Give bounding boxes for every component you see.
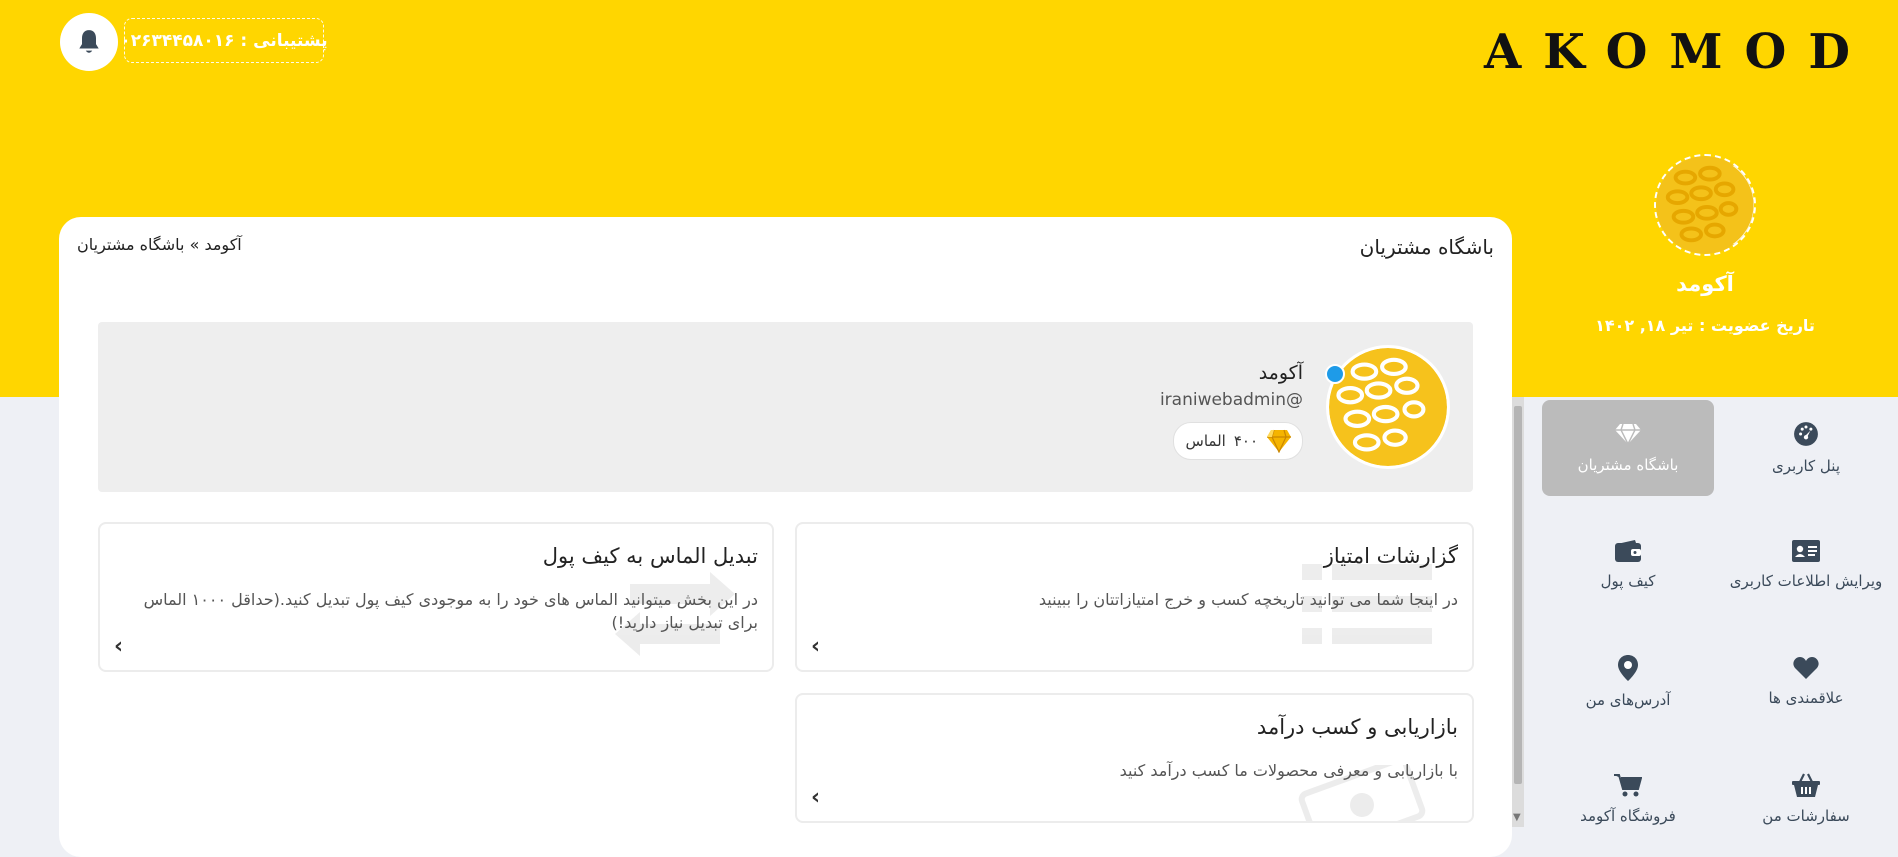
feature-description: در اینجا شما می توانید تاریخچه کسب و خرج… xyxy=(1038,590,1458,609)
sidebar-item-wallet[interactable]: کیف پول xyxy=(1542,517,1714,613)
feature-title: بازاریابی و کسب درآمد xyxy=(1256,715,1458,739)
logo[interactable]: AKOMOD xyxy=(1484,24,1872,80)
diamond-unit: الماس xyxy=(1185,432,1226,450)
sidebar-item-store[interactable]: فروشگاه آکومد xyxy=(1542,751,1714,847)
support-phone[interactable]: پشتیبانی : ۰۲۶۳۴۴۵۸۰۱۶ xyxy=(120,18,328,63)
sidebar-item-label: ویرایش اطلاعات کاربری xyxy=(1729,572,1883,590)
notifications-button[interactable] xyxy=(60,13,118,71)
member-since: تاریخ عضویت : تیر ۱۸, ۱۴۰۲ xyxy=(1595,316,1815,335)
sidebar-item-favorites[interactable]: علاقمندی ها xyxy=(1720,634,1892,730)
sidebar-item-label: سفارشات من xyxy=(1762,807,1850,825)
sidebar-item-orders[interactable]: سفارشات من xyxy=(1720,751,1892,847)
cart-icon xyxy=(1614,774,1642,797)
feature-title: تبدیل الماس به کیف پول xyxy=(542,544,758,568)
page-title: باشگاه مشتریان xyxy=(1359,235,1494,259)
feature-convert-diamonds[interactable]: تبدیل الماس به کیف پول در این بخش میتوان… xyxy=(98,522,774,672)
feature-affiliate[interactable]: بازاریابی و کسب درآمد با بازاریابی و معر… xyxy=(795,693,1474,823)
akomod-logo-icon xyxy=(1656,156,1754,254)
user-avatar[interactable] xyxy=(1329,348,1447,466)
diamond-balance: ۴۰۰ الماس xyxy=(1172,422,1303,460)
diamond-count: ۴۰۰ xyxy=(1233,432,1258,450)
feature-points-reports[interactable]: گزارشات امتیاز در اینجا شما می توانید تا… xyxy=(795,522,1474,672)
sidebar-item-label: علاقمندی ها xyxy=(1768,689,1844,707)
diamond-icon xyxy=(1615,423,1641,446)
sidebar-item-label: باشگاه مشتریان xyxy=(1577,456,1679,474)
gauge-icon xyxy=(1794,422,1818,446)
id-card-icon xyxy=(1792,540,1820,562)
sidebar-item-dashboard[interactable]: پنل کاربری xyxy=(1720,400,1892,496)
sidebar-item-addresses[interactable]: آدرس‌های من xyxy=(1542,634,1714,730)
feature-title: گزارشات امتیاز xyxy=(1323,544,1458,568)
sidebar-item-customer-club[interactable]: باشگاه مشتریان xyxy=(1542,400,1714,496)
sidebar-item-label: فروشگاه آکومد xyxy=(1580,807,1676,825)
user-handle: iraniwebadmin@ xyxy=(1159,390,1303,410)
user-summary-panel: آکومد iraniwebadmin@ ۴۰۰ الماس xyxy=(98,322,1473,492)
feature-description: در این بخش میتوانید الماس های خود را به … xyxy=(143,590,758,632)
sidebar-item-label: پنل کاربری xyxy=(1772,457,1840,475)
akomod-logo-icon xyxy=(1329,348,1447,466)
scroll-down-icon[interactable]: ▼ xyxy=(1513,812,1521,823)
online-status-indicator xyxy=(1325,364,1345,384)
sidebar-item-label: کیف پول xyxy=(1600,572,1656,590)
user-name: آکومد xyxy=(1258,362,1303,384)
chevron-left-icon[interactable]: ‹ xyxy=(114,634,123,659)
chevron-left-icon[interactable]: ‹ xyxy=(811,785,820,810)
chevron-left-icon[interactable]: ‹ xyxy=(811,634,820,659)
bell-icon xyxy=(79,30,99,53)
main-card: باشگاه مشتریان آکومد » باشگاه مشتریان آک… xyxy=(59,217,1512,857)
wallet-icon xyxy=(1615,540,1641,562)
heart-icon xyxy=(1793,657,1819,679)
sidebar-item-label: آدرس‌های من xyxy=(1585,691,1671,709)
map-pin-icon xyxy=(1618,655,1638,681)
sidebar-item-edit-profile[interactable]: ویرایش اطلاعات کاربری xyxy=(1720,517,1892,613)
profile-name: آکومد xyxy=(1676,272,1734,296)
basket-icon xyxy=(1792,773,1820,797)
gem-icon xyxy=(1267,429,1291,453)
breadcrumb[interactable]: آکومد » باشگاه مشتریان xyxy=(77,235,242,254)
sidebar-scroll-thumb[interactable] xyxy=(1514,406,1522,784)
feature-description: با بازاریابی و معرفی محصولات ما کسب درآم… xyxy=(1119,761,1458,780)
profile-avatar[interactable] xyxy=(1654,154,1756,256)
